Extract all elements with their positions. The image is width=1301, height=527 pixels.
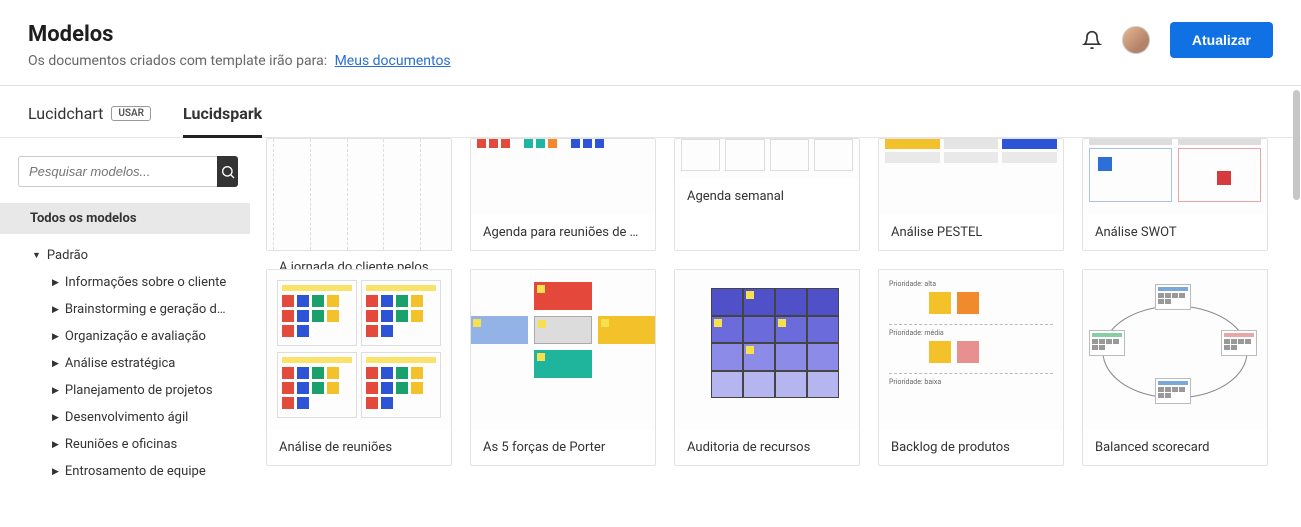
tree-item-label: Análise estratégica (65, 356, 175, 371)
template-thumbnail (267, 139, 451, 250)
template-title: Análise PESTEL (879, 215, 1063, 250)
tree-item-label: Reuniões e oficinas (65, 437, 177, 452)
backlog-label: Prioridade: média (889, 329, 1053, 337)
tree-item-label: Entrosamento de equipe (65, 464, 206, 479)
template-thumbnail (675, 270, 859, 430)
tab-lucidchart-badge: USAR (111, 106, 151, 121)
tree-item-label: Desenvolvimento ágil (65, 410, 188, 425)
template-title: Análise SWOT (1083, 215, 1267, 250)
notifications-icon[interactable] (1082, 30, 1102, 50)
caret-right-icon (52, 359, 59, 369)
template-thumbnail: Prioridade: alta Prioridade: média Prior… (879, 270, 1063, 430)
category-all-templates[interactable]: Todos os modelos (0, 203, 250, 234)
caret-right-icon (52, 440, 59, 450)
tab-lucidchart-label: Lucidchart (28, 104, 103, 123)
tree-root-label: Padrão (47, 248, 88, 263)
template-title: Backlog de produtos (879, 430, 1063, 465)
caret-right-icon (52, 467, 59, 477)
template-card[interactable]: Análise PESTEL (878, 138, 1064, 251)
template-card[interactable]: As 5 forças de Porter (470, 269, 656, 466)
my-documents-link[interactable]: Meus documentos (335, 53, 451, 69)
template-thumbnail (879, 139, 1063, 215)
product-tabs: Lucidchart USAR Lucidspark (0, 86, 1301, 138)
template-card[interactable]: Prioridade: alta Prioridade: média Prior… (878, 269, 1064, 466)
search-button[interactable] (217, 156, 238, 187)
template-card[interactable]: Balanced scorecard (1082, 269, 1268, 466)
scrollbar-thumb[interactable] (1293, 90, 1300, 200)
template-thumbnail (471, 139, 655, 215)
template-title: Auditoria de recursos (675, 430, 859, 465)
template-thumbnail (1083, 139, 1267, 215)
caret-right-icon (52, 278, 59, 288)
update-button[interactable]: Atualizar (1170, 22, 1273, 58)
caret-down-icon (32, 250, 41, 261)
template-card[interactable]: Auditoria de recursos (674, 269, 860, 466)
template-title: Agenda semanal (675, 179, 859, 214)
tree-subtree: Informações sobre o cliente Brainstormin… (18, 269, 238, 485)
subtitle-prefix: Os documentos criados com template irão … (28, 53, 327, 69)
template-grid: A jornada do cliente pelos… Agenda para … (250, 138, 1301, 505)
template-card[interactable]: Análise SWOT (1082, 138, 1268, 251)
tree-item[interactable]: Reuniões e oficinas (38, 431, 238, 458)
tab-lucidspark-label: Lucidspark (183, 104, 262, 123)
caret-right-icon (52, 332, 59, 342)
caret-right-icon (52, 386, 59, 396)
template-title: Balanced scorecard (1083, 430, 1267, 465)
subtitle: Os documentos criados com template irão … (28, 53, 451, 69)
tree-item-label: Organização e avaliação (65, 329, 206, 344)
template-thumbnail (675, 139, 859, 179)
search-input[interactable] (18, 156, 217, 187)
tree-item-label: Informações sobre o cliente (65, 275, 226, 290)
caret-right-icon (52, 305, 59, 315)
backlog-label: Prioridade: alta (889, 280, 1053, 288)
template-title: Análise de reuniões (267, 430, 451, 465)
tree-item[interactable]: Brainstorming e geração d… (38, 296, 238, 323)
tree-item[interactable]: Desenvolvimento ágil (38, 404, 238, 431)
template-thumbnail (1083, 270, 1267, 430)
search-icon (220, 164, 236, 180)
page-title: Modelos (28, 22, 451, 47)
template-card[interactable]: Análise de reuniões (266, 269, 452, 466)
template-title: Agenda para reuniões de … (471, 215, 655, 250)
tab-lucidchart[interactable]: Lucidchart USAR (28, 104, 151, 137)
template-thumbnail (471, 270, 655, 430)
caret-right-icon (52, 413, 59, 423)
tree-item-label: Planejamento de projetos (65, 383, 213, 398)
tree-item[interactable]: Organização e avaliação (38, 323, 238, 350)
scrollbar[interactable] (1291, 90, 1301, 527)
tree-root-padrao[interactable]: Padrão (18, 242, 238, 269)
user-avatar[interactable] (1122, 26, 1150, 54)
template-card[interactable]: Agenda semanal (674, 138, 860, 251)
tree-item[interactable]: Planejamento de projetos (38, 377, 238, 404)
template-card[interactable]: Agenda para reuniões de … (470, 138, 656, 251)
template-card[interactable]: A jornada do cliente pelos… (266, 138, 452, 251)
backlog-label: Prioridade: baixa (889, 378, 1053, 386)
sidebar: Todos os modelos Padrão Informações sobr… (0, 138, 250, 505)
tree-item[interactable]: Entrosamento de equipe (38, 458, 238, 485)
template-thumbnail (267, 270, 451, 430)
tree-item[interactable]: Análise estratégica (38, 350, 238, 377)
template-title: As 5 forças de Porter (471, 430, 655, 465)
tab-lucidspark[interactable]: Lucidspark (183, 104, 262, 137)
tree-item[interactable]: Informações sobre o cliente (38, 269, 238, 296)
tree-item-label: Brainstorming e geração d… (65, 302, 226, 317)
